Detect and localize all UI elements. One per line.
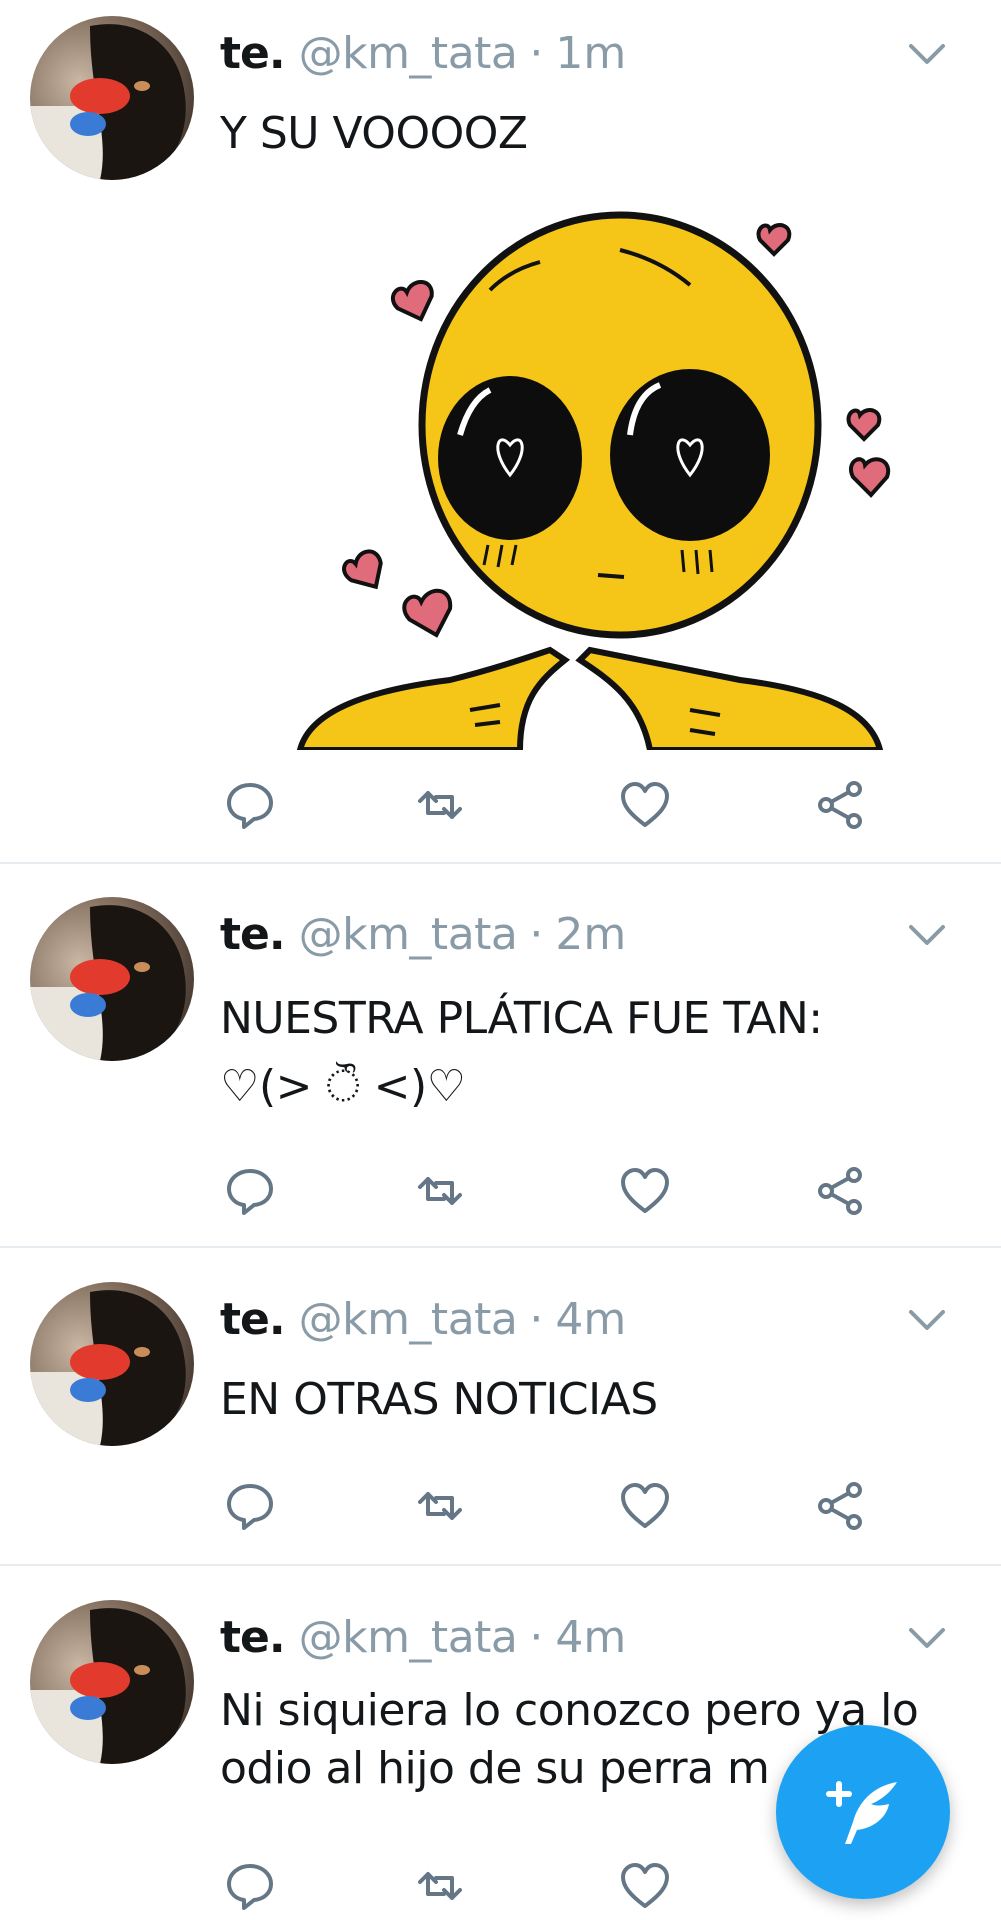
avatar[interactable] <box>30 1282 194 1446</box>
cute-emoji-heart-eyes-image <box>220 190 936 750</box>
avatar[interactable] <box>30 897 194 1061</box>
heart-icon <box>621 1168 669 1213</box>
avatar[interactable] <box>30 1600 194 1764</box>
share-button[interactable] <box>810 1161 870 1221</box>
heart-icon <box>621 1483 669 1528</box>
display-name[interactable]: te. <box>220 909 286 960</box>
header-separator: · <box>529 28 544 79</box>
retweet-button[interactable] <box>410 1476 470 1536</box>
tweet-header: te. @km_tata · 4m <box>220 1294 626 1350</box>
retweet-button[interactable] <box>410 775 470 835</box>
display-name[interactable]: te. <box>220 28 286 79</box>
tweet-actions <box>220 1161 880 1221</box>
retweet-icon <box>418 1492 462 1520</box>
tweet-timestamp[interactable]: 2m <box>555 909 626 960</box>
reply-icon <box>227 1169 273 1215</box>
reply-button[interactable] <box>220 775 280 835</box>
tweet-actions <box>220 775 880 835</box>
retweet-icon <box>418 791 462 819</box>
chevron-down-icon[interactable] <box>905 1298 949 1342</box>
share-button[interactable] <box>810 775 870 835</box>
tweet-header: te. @km_tata · 4m <box>220 1612 626 1668</box>
display-name[interactable]: te. <box>220 1612 286 1663</box>
header-separator: · <box>529 1294 544 1345</box>
tweet-text: EN OTRAS NOTICIAS <box>220 1374 658 1425</box>
tweet-item[interactable]: te. @km_tata · 1m Y SU VOOOOZ <box>0 0 1001 865</box>
tweet-actions <box>220 1856 880 1916</box>
tweet-timestamp[interactable]: 4m <box>555 1612 626 1663</box>
tweet-item[interactable]: te. @km_tata · 4m EN OTRAS NOTICIAS <box>0 1248 1001 1566</box>
tweet-timestamp[interactable]: 1m <box>555 28 626 79</box>
chevron-down-icon[interactable] <box>905 32 949 76</box>
compose-tweet-icon <box>826 1781 897 1844</box>
reply-button[interactable] <box>220 1476 280 1536</box>
avatar[interactable] <box>30 16 194 180</box>
reply-button[interactable] <box>220 1161 280 1221</box>
tweet-timestamp[interactable]: 4m <box>555 1294 626 1345</box>
user-handle[interactable]: @km_tata <box>299 1612 518 1663</box>
reply-icon <box>227 1484 273 1530</box>
heart-icon <box>621 782 669 827</box>
chevron-down-icon[interactable] <box>905 913 949 957</box>
chevron-down-icon[interactable] <box>905 1616 949 1660</box>
tweet-text: NUESTRA PLÁTICA FUE TAN: ♡(> ੌ <)♡ <box>220 993 823 1112</box>
reply-icon <box>227 783 273 829</box>
retweet-button[interactable] <box>410 1161 470 1221</box>
like-button[interactable] <box>615 1856 675 1916</box>
header-separator: · <box>529 909 544 960</box>
reply-button[interactable] <box>220 1856 280 1916</box>
like-button[interactable] <box>615 1161 675 1221</box>
tweet-divider <box>0 862 1001 864</box>
share-button[interactable] <box>810 1476 870 1536</box>
user-handle[interactable]: @km_tata <box>299 28 518 79</box>
tweet-header: te. @km_tata · 2m <box>220 909 626 965</box>
compose-tweet-button[interactable] <box>776 1725 950 1899</box>
tweet-actions <box>220 1476 880 1536</box>
tweet-header: te. @km_tata · 1m <box>220 28 626 84</box>
reply-icon <box>227 1864 273 1910</box>
tweet-media-image[interactable] <box>220 190 936 750</box>
retweet-icon <box>418 1177 462 1205</box>
user-handle[interactable]: @km_tata <box>299 909 518 960</box>
retweet-icon <box>418 1872 462 1900</box>
share-icon <box>818 781 862 829</box>
display-name[interactable]: te. <box>220 1294 286 1345</box>
share-icon <box>818 1167 862 1215</box>
tweet-text: Y SU VOOOOZ <box>220 108 528 159</box>
user-handle[interactable]: @km_tata <box>299 1294 518 1345</box>
like-button[interactable] <box>615 775 675 835</box>
like-button[interactable] <box>615 1476 675 1536</box>
tweet-item[interactable]: te. @km_tata · 2m NUESTRA PLÁTICA FUE TA… <box>0 865 1001 1248</box>
share-icon <box>818 1482 862 1530</box>
header-separator: · <box>529 1612 544 1663</box>
heart-icon <box>621 1863 669 1908</box>
retweet-button[interactable] <box>410 1856 470 1916</box>
